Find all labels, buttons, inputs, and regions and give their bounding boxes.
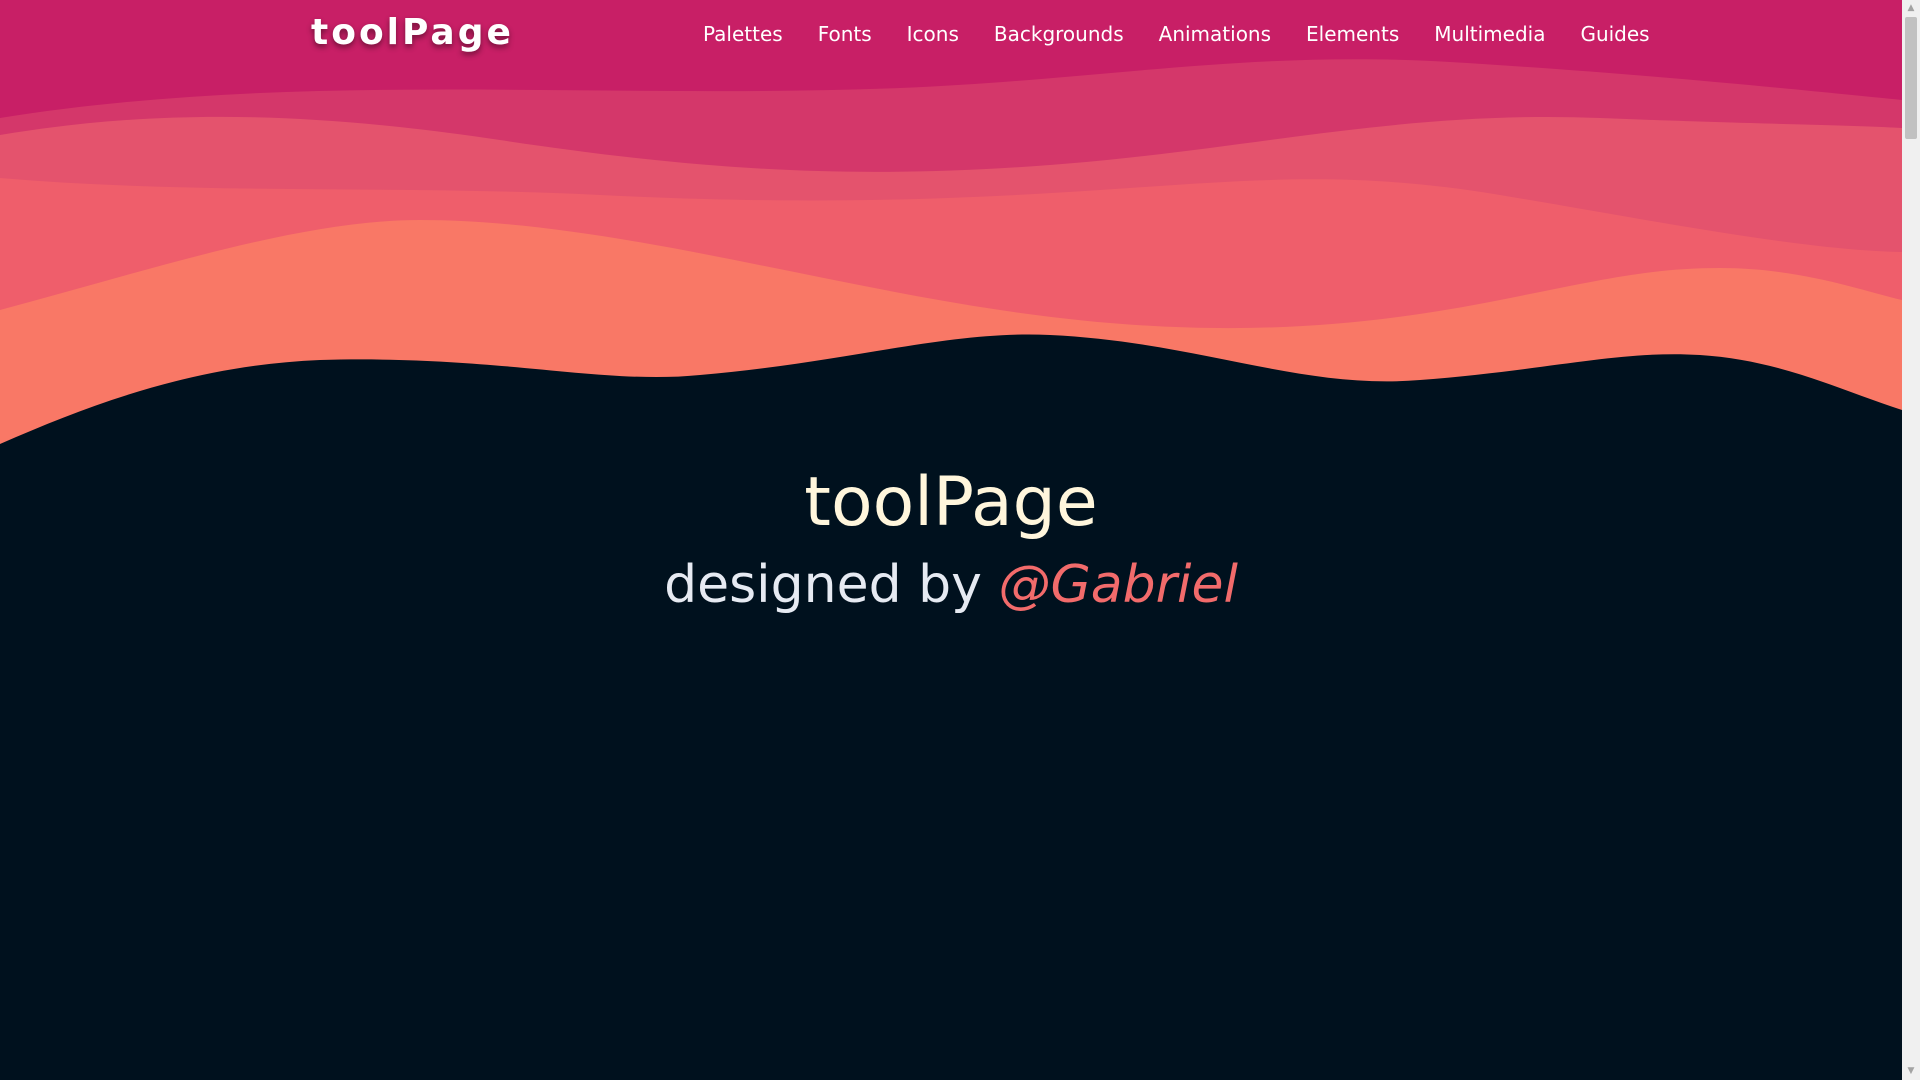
scrollbar-thumb[interactable] [1905,17,1917,139]
nav-item-multimedia[interactable]: Multimedia [1434,22,1545,46]
nav-item-icons[interactable]: Icons [907,22,959,46]
nav-item-fonts[interactable]: Fonts [818,22,872,46]
nav-item-backgrounds[interactable]: Backgrounds [994,22,1124,46]
nav-item-elements[interactable]: Elements [1306,22,1399,46]
hero-section: toolPage designed by @Gabriel [0,460,1902,618]
hero-subtitle: designed by @Gabriel [0,552,1902,618]
nav-item-guides[interactable]: Guides [1580,22,1649,46]
hero-subtitle-prefix: designed by [664,555,982,615]
hero-title: toolPage [804,463,1098,542]
site-logo[interactable]: toolPage [311,12,514,53]
hero-author-link[interactable]: @Gabriel [998,555,1237,615]
nav-item-animations[interactable]: Animations [1159,22,1271,46]
chevron-down-icon[interactable]: ▼ [1902,1063,1920,1080]
nav-item-palettes[interactable]: Palettes [703,22,783,46]
nav-menu: Palettes Fonts Icons Backgrounds Animati… [703,22,1650,46]
top-navbar: toolPage Palettes Fonts Icons Background… [0,0,1902,74]
page: toolPage Palettes Fonts Icons Background… [0,0,1902,1080]
chevron-up-icon[interactable]: ▲ [1902,0,1920,17]
vertical-scrollbar[interactable]: ▲ ▼ [1902,0,1920,1080]
